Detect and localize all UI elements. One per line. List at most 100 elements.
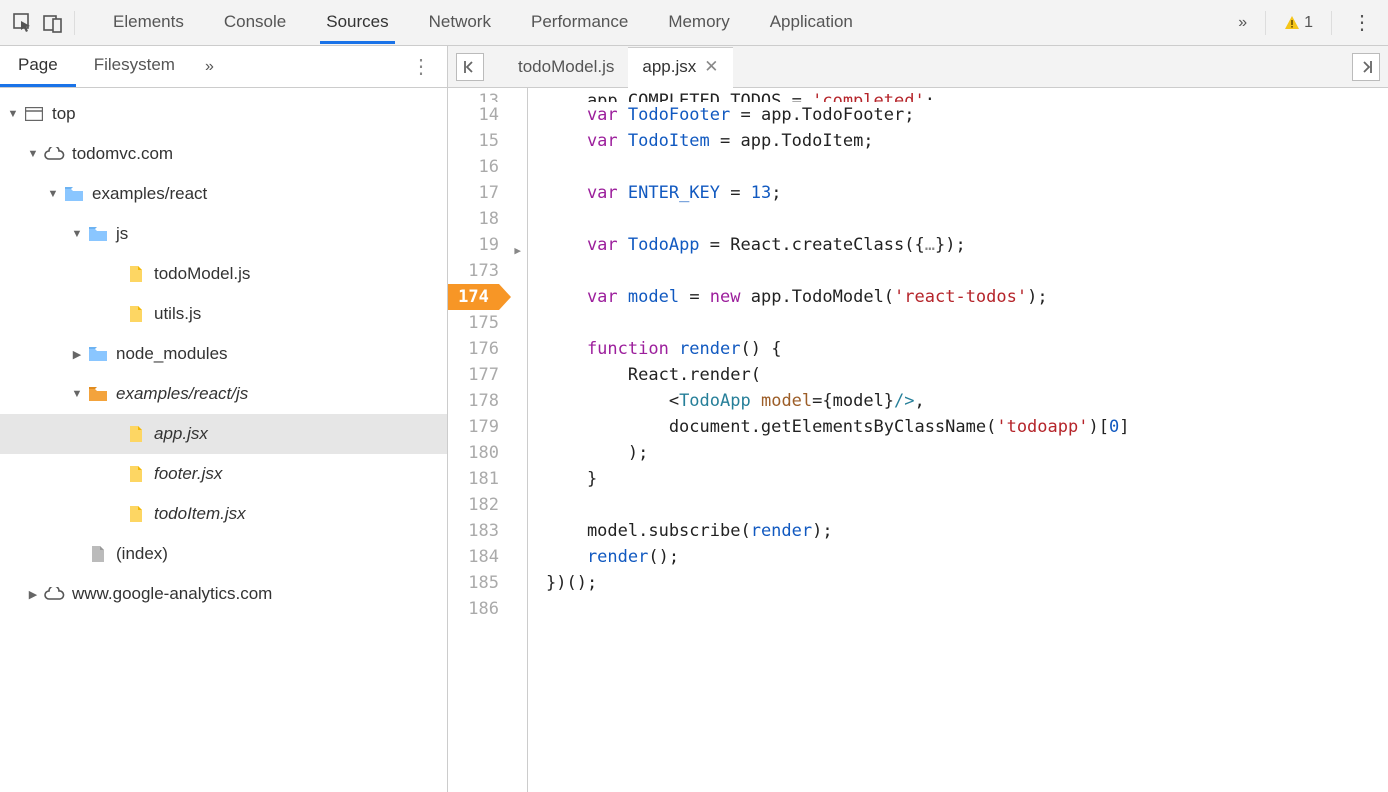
code-line: function render() { [546, 336, 1388, 362]
kebab-menu-icon[interactable]: ⋮ [1344, 10, 1380, 35]
file-tree: ▼ top ▼ todomvc.com ▼ examples/react [0, 88, 447, 792]
tab-network[interactable]: Network [423, 2, 497, 44]
code-line: <TodoApp model={model}/>, [546, 388, 1388, 414]
navigator-sidebar: Page Filesystem » ⋮ ▼ top ▼ todomvc.com [0, 46, 448, 792]
code-line: var TodoFooter = app.TodoFooter; [546, 102, 1388, 128]
folder-icon [86, 386, 110, 402]
code-line: })(); [546, 570, 1388, 596]
tab-sources[interactable]: Sources [320, 2, 394, 44]
tree-domain-todomvc[interactable]: ▼ todomvc.com [0, 134, 447, 174]
separator [74, 11, 75, 35]
frame-icon [22, 107, 46, 121]
tree-label: todomvc.com [72, 144, 173, 164]
code-line: app.COMPLETED_TODOS = 'completed'; [546, 88, 1388, 102]
tree-frame-top[interactable]: ▼ top [0, 94, 447, 134]
tree-label: top [52, 104, 76, 124]
warning-icon [1284, 15, 1300, 31]
line-number[interactable]: 173 [448, 258, 499, 284]
code-line: var ENTER_KEY = 13; [546, 180, 1388, 206]
editor-tabbar: todoModel.js app.jsx ✕ [448, 46, 1388, 88]
cloud-icon [42, 147, 66, 161]
tree-label: footer.jsx [154, 464, 222, 484]
tree-file-footer-jsx[interactable]: · footer.jsx [0, 454, 447, 494]
inspect-element-icon[interactable] [8, 8, 38, 38]
code-body[interactable]: app.COMPLETED_TODOS = 'completed'; var T… [528, 88, 1388, 792]
show-navigator-icon[interactable] [456, 53, 484, 81]
tree-label: js [116, 224, 128, 244]
tree-file-utils[interactable]: · utils.js [0, 294, 447, 334]
code-line [546, 154, 1388, 180]
line-number[interactable]: 176 [448, 336, 499, 362]
cloud-icon [42, 587, 66, 601]
tree-label: app.jsx [154, 424, 208, 444]
more-navigator-tabs-icon[interactable]: » [197, 58, 222, 76]
line-number[interactable]: 182 [448, 492, 499, 518]
tree-folder-node-modules[interactable]: ▶ node_modules [0, 334, 447, 374]
devtools-panel-tabs: Elements Console Sources Network Perform… [107, 2, 1232, 44]
line-number[interactable]: 185 [448, 570, 499, 596]
tree-file-todoitem-jsx[interactable]: · todoItem.jsx [0, 494, 447, 534]
line-number[interactable]: 181 [448, 466, 499, 492]
code-line: var TodoItem = app.TodoItem; [546, 128, 1388, 154]
fold-caret-icon[interactable]: ▶ [514, 238, 521, 264]
navigator-tab-page[interactable]: Page [0, 47, 76, 87]
tab-elements[interactable]: Elements [107, 2, 190, 44]
line-number[interactable]: 16 [448, 154, 499, 180]
tree-folder-js[interactable]: ▼ js [0, 214, 447, 254]
tab-console[interactable]: Console [218, 2, 292, 44]
sources-panel: Page Filesystem » ⋮ ▼ top ▼ todomvc.com [0, 46, 1388, 792]
caret-right-icon: ▶ [68, 348, 86, 361]
tree-file-index[interactable]: · (index) [0, 534, 447, 574]
device-toggle-icon[interactable] [38, 8, 68, 38]
breakpoint-arrow-icon [499, 284, 511, 310]
caret-right-icon: ▶ [24, 588, 42, 601]
line-number[interactable]: 177 [448, 362, 499, 388]
close-tab-icon[interactable]: ✕ [704, 57, 718, 77]
line-number[interactable]: 17 [448, 180, 499, 206]
caret-down-icon: ▼ [68, 228, 86, 240]
line-number[interactable]: 184 [448, 544, 499, 570]
tree-label: todoItem.jsx [154, 504, 246, 524]
line-number-label: 174 [458, 287, 489, 307]
show-debugger-icon[interactable] [1352, 53, 1380, 81]
tab-memory[interactable]: Memory [662, 2, 735, 44]
line-number[interactable]: 15 [448, 128, 499, 154]
code-editor[interactable]: 13 14 15 16 17 18 19▶ 173 174 175 176 17… [448, 88, 1388, 792]
code-line: var model = new app.TodoModel('react-tod… [546, 284, 1388, 310]
line-number[interactable]: 19▶ [448, 232, 499, 258]
code-line: React.render( [546, 362, 1388, 388]
line-number[interactable]: 186 [448, 596, 499, 622]
file-icon [124, 505, 148, 523]
tree-folder-examples-react[interactable]: ▼ examples/react [0, 174, 447, 214]
editor-tab-todomodel[interactable]: todoModel.js [504, 49, 628, 85]
file-icon [124, 265, 148, 283]
tree-label: utils.js [154, 304, 201, 324]
breakpoint-line-number[interactable]: 174 [448, 284, 499, 310]
line-gutter[interactable]: 13 14 15 16 17 18 19▶ 173 174 175 176 17… [448, 88, 528, 792]
warnings-indicator[interactable]: 1 [1278, 14, 1319, 32]
line-number[interactable]: 178 [448, 388, 499, 414]
line-number[interactable]: 180 [448, 440, 499, 466]
more-tabs-icon[interactable]: » [1232, 14, 1253, 32]
line-number[interactable]: 13 [448, 88, 499, 102]
tree-file-app-jsx[interactable]: · app.jsx [0, 414, 447, 454]
tree-label: www.google-analytics.com [72, 584, 272, 604]
line-number[interactable]: 179 [448, 414, 499, 440]
caret-down-icon: ▼ [68, 388, 86, 400]
tree-file-todomodel[interactable]: · todoModel.js [0, 254, 447, 294]
line-number[interactable]: 183 [448, 518, 499, 544]
folder-icon [86, 346, 110, 362]
file-icon [124, 425, 148, 443]
navigator-menu-icon[interactable]: ⋮ [401, 54, 441, 79]
code-line: model.subscribe(render); [546, 518, 1388, 544]
navigator-tab-filesystem[interactable]: Filesystem [76, 47, 193, 87]
tree-domain-analytics[interactable]: ▶ www.google-analytics.com [0, 574, 447, 614]
line-number[interactable]: 14 [448, 102, 499, 128]
editor-tab-app-jsx[interactable]: app.jsx ✕ [628, 47, 732, 88]
caret-down-icon: ▼ [44, 188, 62, 200]
tree-folder-examples-react-js[interactable]: ▼ examples/react/js [0, 374, 447, 414]
tab-application[interactable]: Application [764, 2, 859, 44]
tab-performance[interactable]: Performance [525, 2, 634, 44]
line-number[interactable]: 18 [448, 206, 499, 232]
line-number[interactable]: 175 [448, 310, 499, 336]
